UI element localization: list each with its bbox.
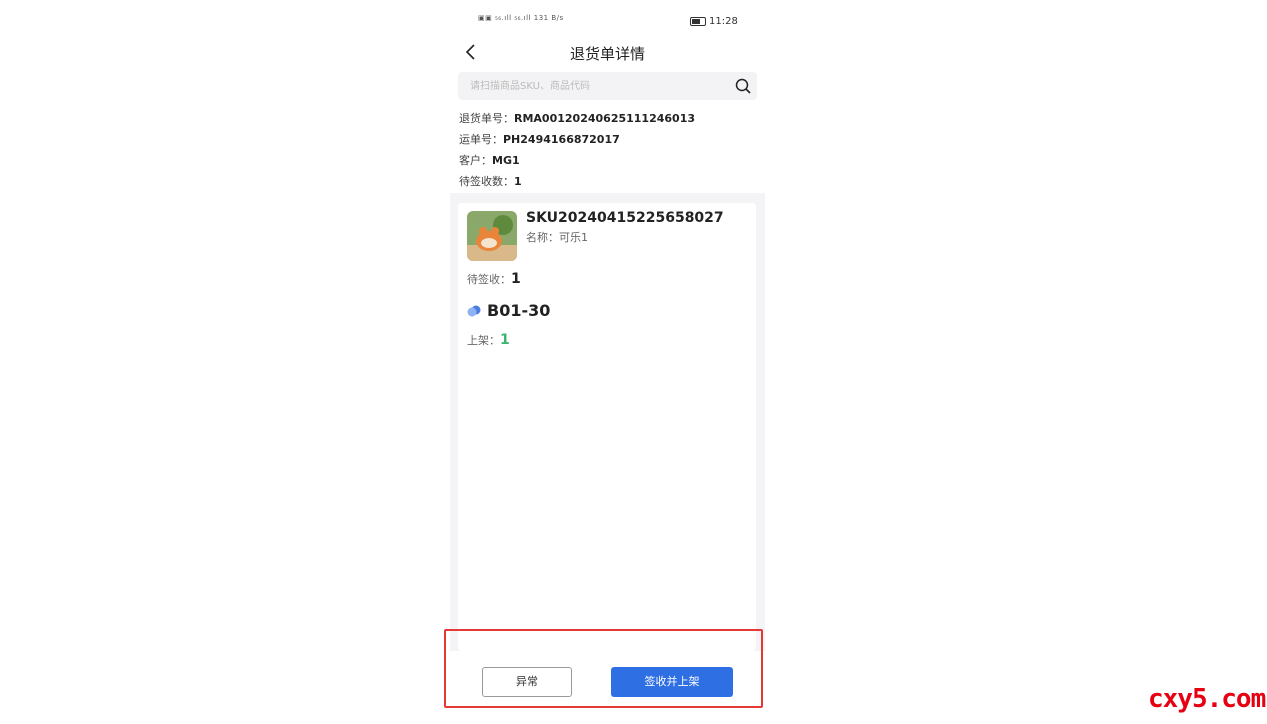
pending-count-label: 待签收数： (459, 175, 514, 188)
waybill-row: 运单号：PH2494166872017 (459, 131, 620, 147)
search-icon[interactable] (735, 78, 751, 94)
search-bar (458, 72, 757, 100)
search-input[interactable] (470, 78, 710, 94)
item-pending-value: 1 (511, 271, 521, 287)
clock: 11:28 (709, 16, 738, 27)
network-speed: 131 B/s (533, 14, 564, 22)
item-card: SKU20240415225658027 名称：可乐1 待签收：1 B01-30… (458, 203, 756, 651)
shelf-value: 1 (500, 332, 510, 348)
page-title: 退货单详情 (569, 45, 645, 63)
customer-label: 客户： (459, 154, 492, 167)
item-pending-row: 待签收：1 (467, 271, 521, 287)
battery-icon (690, 16, 706, 26)
sku-code: SKU20240415225658027 (526, 210, 724, 226)
customer-value: MG1 (492, 154, 520, 167)
customer-row: 客户：MG1 (459, 152, 520, 168)
pending-count-row: 待签收数：1 (459, 173, 522, 189)
location-icon (467, 305, 481, 317)
rma-number-row: 退货单号：RMA00120240625111246013 (459, 110, 695, 126)
pending-count-value: 1 (514, 175, 522, 188)
status-bar: ▣▣ ₅₆.ıll ₅₆.ıll 131 B/s 11:28 (450, 12, 765, 34)
navbar: 退货单详情 (450, 38, 765, 68)
waybill-label: 运单号： (459, 133, 503, 146)
watermark: cxy5.com (1148, 684, 1266, 714)
rma-label: 退货单号： (459, 112, 514, 125)
signal-indicators: ▣▣ ₅₆.ıll ₅₆.ıll 131 B/s (478, 14, 564, 22)
battery-time: 11:28 (690, 16, 738, 27)
phone-screen: ▣▣ ₅₆.ıll ₅₆.ıll 131 B/s 11:28 退货单详情 退货单… (450, 0, 765, 724)
item-pending-label: 待签收： (467, 273, 511, 286)
highlight-box (444, 629, 763, 708)
signal-text: ▣▣ ₅₆.ıll ₅₆.ıll (478, 14, 532, 22)
shelf-label: 上架： (467, 334, 500, 347)
product-name: 名称：可乐1 (526, 231, 588, 244)
shelf-row: 上架：1 (467, 332, 510, 348)
rma-value: RMA00120240625111246013 (514, 112, 696, 125)
product-image (467, 211, 517, 261)
location-code: B01-30 (487, 301, 551, 320)
waybill-value: PH2494166872017 (503, 133, 620, 146)
